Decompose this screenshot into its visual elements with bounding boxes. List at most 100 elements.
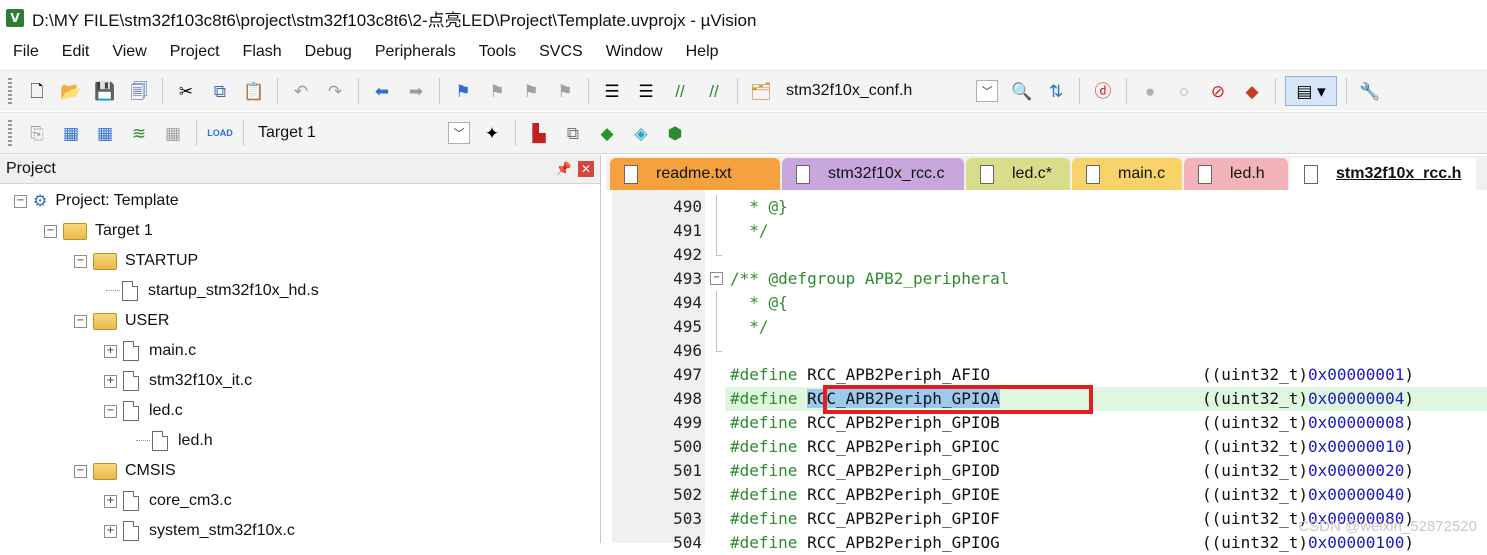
tree-node-target[interactable]: − Target 1: [44, 216, 153, 246]
save-all-icon[interactable]: 🗐: [125, 77, 153, 105]
tab-rcc-c[interactable]: stm32f10x_rcc.c: [782, 158, 964, 190]
toolbar-grip[interactable]: [8, 120, 12, 146]
bookmark-next-icon[interactable]: ⚑: [517, 77, 545, 105]
collapse-icon[interactable]: −: [14, 194, 27, 208]
collapse-icon[interactable]: −: [74, 464, 87, 478]
breakpoint-disable-all-icon[interactable]: ⊘: [1204, 77, 1232, 105]
code-line[interactable]: 499 #define RCC_APB2Periph_GPIOB ((uint32…: [612, 411, 1487, 435]
menu-window[interactable]: Window: [593, 43, 673, 61]
fold-collapse-icon[interactable]: −: [710, 272, 723, 285]
breakpoint-kill-all-icon[interactable]: ◆: [1238, 77, 1266, 105]
chevron-down-icon[interactable]: ﹀: [976, 80, 998, 102]
code-line[interactable]: 501 #define RCC_APB2Periph_GPIOD ((uint32…: [612, 459, 1487, 483]
collapse-icon[interactable]: −: [104, 404, 117, 418]
find-in-files-icon[interactable]: 🗂: [747, 77, 775, 105]
tree-node-file-main[interactable]: + main.c: [104, 336, 196, 366]
bookmark-toggle-icon[interactable]: ⚑: [449, 77, 477, 105]
menu-tools[interactable]: Tools: [466, 43, 526, 61]
code-line[interactable]: 490 * @}: [612, 195, 1487, 219]
paste-icon[interactable]: 📋: [240, 77, 268, 105]
code-line[interactable]: 493−/** @defgroup APB2_peripheral: [612, 267, 1487, 291]
indent-icon[interactable]: ☰: [598, 77, 626, 105]
file-extensions-icon[interactable]: ▙: [525, 119, 553, 147]
batch-build-icon[interactable]: ≋: [125, 119, 153, 147]
translate-icon[interactable]: ⎘: [23, 119, 51, 147]
undo-icon[interactable]: ↶: [287, 77, 315, 105]
copy-icon[interactable]: ⧉: [206, 77, 234, 105]
expand-icon[interactable]: +: [104, 344, 117, 358]
window-layout-icon[interactable]: ▤ ▾: [1285, 76, 1337, 106]
expand-icon[interactable]: +: [104, 494, 117, 508]
download-load-icon[interactable]: LOAD: [206, 119, 234, 147]
open-file-icon[interactable]: 📂: [57, 77, 85, 105]
code-line[interactable]: 491 */: [612, 219, 1487, 243]
chevron-down-icon[interactable]: ﹀: [448, 122, 470, 144]
bookmark-prev-icon[interactable]: ⚑: [483, 77, 511, 105]
menu-debug[interactable]: Debug: [292, 43, 362, 61]
tree-node-file-system[interactable]: + system_stm32f10x.c: [104, 516, 295, 546]
menu-view[interactable]: View: [99, 43, 156, 61]
find-combo[interactable]: stm32f10x_conf.h ﹀: [778, 78, 998, 104]
close-icon[interactable]: ✕: [578, 161, 594, 177]
code-editor[interactable]: 490 * @} 491 */492 493−/** @defgroup APB2_…: [612, 190, 1487, 552]
build-icon[interactable]: ▦: [57, 119, 85, 147]
tree-node-project[interactable]: − ⚙ Project: Template: [14, 186, 179, 216]
uncomment-icon[interactable]: //: [700, 77, 728, 105]
collapse-icon[interactable]: −: [74, 314, 87, 328]
expand-icon[interactable]: +: [104, 374, 117, 388]
menu-help[interactable]: Help: [673, 43, 729, 61]
collapse-icon[interactable]: −: [44, 224, 57, 238]
pin-icon[interactable]: 📌: [556, 161, 572, 177]
tree-node-file-led-h[interactable]: led.h: [136, 426, 213, 456]
tree-node-file-core[interactable]: + core_cm3.c: [104, 486, 232, 516]
tree-node-group-user[interactable]: − USER: [74, 306, 169, 336]
menu-file[interactable]: File: [0, 43, 49, 61]
tab-main-c[interactable]: main.c: [1072, 158, 1182, 190]
debug-session-icon[interactable]: ⓓ: [1089, 77, 1117, 105]
tab-readme[interactable]: readme.txt: [610, 158, 780, 190]
code-line[interactable]: 502 #define RCC_APB2Periph_GPIOE ((uint32…: [612, 483, 1487, 507]
tree-node-group-startup[interactable]: − STARTUP: [74, 246, 198, 276]
comment-icon[interactable]: //: [666, 77, 694, 105]
incremental-find-icon[interactable]: ⇅: [1042, 77, 1070, 105]
code-line[interactable]: 496: [612, 339, 1487, 363]
unindent-icon[interactable]: ☰: [632, 77, 660, 105]
configure-wrench-icon[interactable]: 🔧: [1356, 77, 1384, 105]
target-options-icon[interactable]: ✦: [478, 119, 506, 147]
menu-flash[interactable]: Flash: [230, 43, 292, 61]
tree-node-file-it[interactable]: + stm32f10x_it.c: [104, 366, 252, 396]
toolbar-grip[interactable]: [8, 78, 12, 104]
expand-icon[interactable]: +: [104, 524, 117, 538]
rebuild-icon[interactable]: ▦: [91, 119, 119, 147]
target-combo[interactable]: Target 1 ﹀: [250, 120, 470, 146]
find-icon[interactable]: 🔍: [1008, 77, 1036, 105]
menu-edit[interactable]: Edit: [49, 43, 100, 61]
code-line[interactable]: 492: [612, 243, 1487, 267]
tree-node-group-cmsis[interactable]: − CMSIS: [74, 456, 176, 486]
menu-svcs[interactable]: SVCS: [526, 43, 593, 61]
stop-build-icon[interactable]: ▦: [159, 119, 187, 147]
code-line[interactable]: 494 * @{: [612, 291, 1487, 315]
save-icon[interactable]: 💾: [91, 77, 119, 105]
navigate-back-icon[interactable]: ⬅: [368, 77, 396, 105]
pack-installer-icon[interactable]: ◈: [627, 119, 655, 147]
tab-rcc-h[interactable]: stm32f10x_rcc.h: [1290, 158, 1476, 190]
tab-led-c[interactable]: led.c*: [966, 158, 1070, 190]
tab-led-h[interactable]: led.h: [1184, 158, 1288, 190]
code-line[interactable]: 495 */: [612, 315, 1487, 339]
manage-components-icon[interactable]: ⧉: [559, 119, 587, 147]
breakpoint-insert-icon[interactable]: ●: [1136, 77, 1164, 105]
navigate-forward-icon[interactable]: ➡: [402, 77, 430, 105]
run-time-environment-icon[interactable]: ⬢: [661, 119, 689, 147]
code-line[interactable]: 500 #define RCC_APB2Periph_GPIOC ((uint32…: [612, 435, 1487, 459]
breakpoint-enable-icon[interactable]: ○: [1170, 77, 1198, 105]
collapse-icon[interactable]: −: [74, 254, 87, 268]
tree-node-file-led-c[interactable]: − led.c: [104, 396, 183, 426]
redo-icon[interactable]: ↷: [321, 77, 349, 105]
menu-project[interactable]: Project: [157, 43, 230, 61]
cut-icon[interactable]: ✂: [172, 77, 200, 105]
bookmark-clear-icon[interactable]: ⚑: [551, 77, 579, 105]
code-line[interactable]: 497 #define RCC_APB2Periph_AFIO ((uint32_…: [612, 363, 1487, 387]
menu-peripherals[interactable]: Peripherals: [362, 43, 466, 61]
tree-node-file-startup[interactable]: startup_stm32f10x_hd.s: [106, 276, 319, 306]
